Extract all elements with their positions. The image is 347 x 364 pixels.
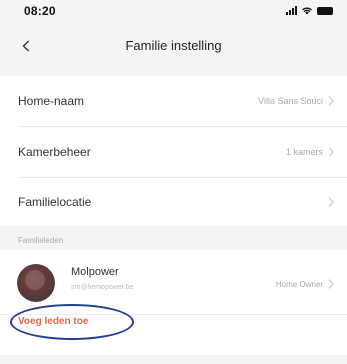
family-location-label: Familielocatie [18,195,92,209]
status-bar: 08:20 [0,0,347,22]
home-name-label: Home-naam [18,94,85,108]
member-email: sm@hemopower.be [71,284,134,291]
home-name-row[interactable]: Home-naam Villa Sans Souci [0,76,347,126]
member-name: Molpower [71,266,119,278]
status-time: 08:20 [24,4,56,18]
room-management-row[interactable]: Kamerbeheer 1 kamers [0,127,347,177]
home-name-value: Villa Sans Souci [258,96,323,106]
wifi-icon [302,7,312,15]
chevron-right-icon [328,147,334,157]
family-location-row[interactable]: Familielocatie [0,178,347,226]
chevron-right-icon [328,96,334,106]
members-card: Molpower sm@hemopower.be Home Owner [0,250,347,355]
members-section-header: Familieleden [18,236,64,245]
member-role: Home Owner [275,280,323,289]
highlight-annotation [10,304,134,340]
avatar [17,264,55,302]
room-management-label: Kamerbeheer [18,145,91,159]
signal-icon [286,6,297,15]
room-management-value: 1 kamers [285,147,323,157]
status-icons [286,6,333,15]
battery-icon [317,6,333,15]
page-title: Familie instelling [125,38,222,53]
chevron-right-icon [328,279,334,289]
settings-card: Home-naam Villa Sans Souci Kamerbeheer 1… [0,76,347,226]
nav-bar: Familie instelling [0,22,347,70]
chevron-right-icon [328,197,334,207]
